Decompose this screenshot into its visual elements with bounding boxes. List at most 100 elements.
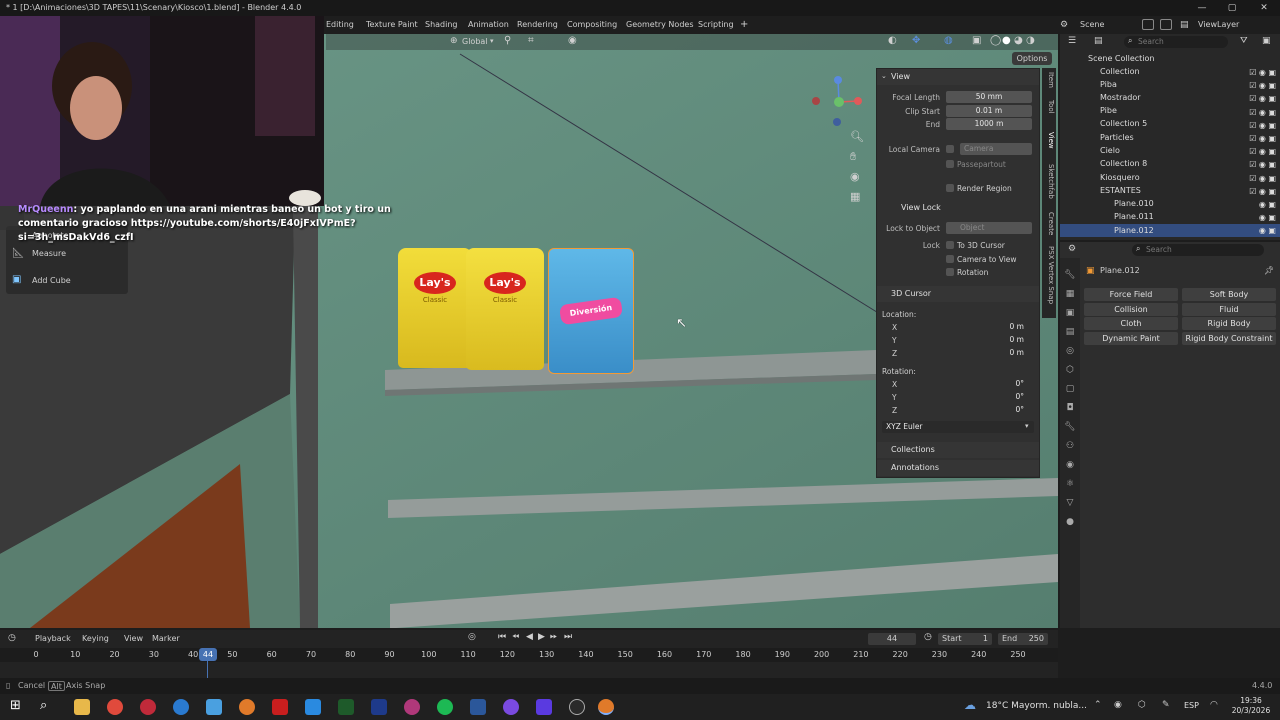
tab-compositing[interactable]: Compositing <box>567 16 617 34</box>
end-frame-field[interactable]: End 250 <box>998 633 1048 645</box>
obs-icon[interactable] <box>569 699 585 715</box>
force-field-button[interactable]: Force Field <box>1084 288 1178 301</box>
tray-icon[interactable]: ⬡ <box>1138 700 1146 710</box>
cursor-rot-y-field[interactable]: 0° <box>886 391 1028 403</box>
pan-hand-icon[interactable]: ✋︎ <box>850 150 856 164</box>
tab-scripting[interactable]: Scripting <box>698 16 734 34</box>
passepartout-checkbox[interactable] <box>946 160 954 168</box>
playback-menu[interactable]: Playback <box>35 634 71 643</box>
blender-active-icon[interactable] <box>598 699 614 715</box>
tab-texture-paint[interactable]: Texture Paint <box>366 16 418 34</box>
cursor-rot-x-field[interactable]: 0° <box>886 378 1028 390</box>
opera-icon[interactable] <box>140 699 156 715</box>
new-collection-icon[interactable]: ▣ <box>1262 36 1271 46</box>
properties-editor-icon[interactable]: ⚙ <box>1068 244 1076 254</box>
close-icon[interactable]: ✕ <box>1250 0 1278 16</box>
tray-icon[interactable]: ◉ <box>1114 700 1122 710</box>
clock-icon[interactable]: ◷ <box>8 633 16 643</box>
prev-keyframe-icon[interactable]: ⏪︎ <box>512 632 519 642</box>
view-section-header[interactable]: View <box>877 69 1039 85</box>
pen-icon[interactable]: ✎ <box>1162 700 1170 710</box>
cloth-button[interactable]: Cloth <box>1084 317 1178 330</box>
view-lock-header[interactable]: View Lock <box>887 200 1037 216</box>
video-editor-icon[interactable] <box>272 699 288 715</box>
chrome-icon[interactable] <box>107 699 123 715</box>
perspective-toggle-icon[interactable]: ▦ <box>850 190 860 203</box>
blender-icon[interactable] <box>239 699 255 715</box>
gizmo-icon[interactable]: ✥ <box>912 35 920 46</box>
display-mode-icon[interactable]: ▤ <box>1094 36 1103 46</box>
start-frame-field[interactable]: Start 1 <box>938 633 992 645</box>
solid-shading-icon[interactable]: ● <box>1002 35 1011 46</box>
visibility-icon[interactable]: ◐ <box>888 35 897 46</box>
keying-menu[interactable]: Keying <box>82 634 109 643</box>
next-keyframe-icon[interactable]: ⏩︎ <box>550 632 557 642</box>
rotation-lock-checkbox[interactable] <box>946 268 954 276</box>
material-shading-icon[interactable]: ◕ <box>1014 35 1023 46</box>
current-frame-field[interactable]: 44 <box>868 633 916 645</box>
wifi-icon[interactable]: ◠ <box>1210 700 1218 710</box>
soft-body-button[interactable]: Soft Body <box>1182 288 1276 301</box>
outliner-visibility-column[interactable]: ☑ ◉ ▣ ☑ ◉ ▣ ☑ ◉ ▣ ☑ ◉ ▣ ☑ ◉ ▣ ☑ ◉ ▣ ☑ ◉ ▣ ☑ ◉ ▣… <box>1236 66 1276 236</box>
edge-icon[interactable] <box>173 699 189 715</box>
pivot-icon[interactable]: ⚲ <box>504 35 511 46</box>
app-icon[interactable] <box>206 699 222 715</box>
minimize-icon[interactable]: — <box>1188 0 1216 16</box>
tab-sketchfab[interactable]: Sketchfab <box>1043 164 1055 199</box>
spotify-icon[interactable] <box>437 699 453 715</box>
properties-search-input[interactable]: Search <box>1132 244 1264 256</box>
outliner-root[interactable]: Scene Collection <box>1060 52 1280 65</box>
clip-end-field[interactable]: 1000 m <box>946 118 1032 130</box>
jump-start-icon[interactable]: ⏮ <box>498 632 506 642</box>
dynamic-paint-button[interactable]: Dynamic Paint <box>1084 332 1178 345</box>
app-icon[interactable] <box>404 699 420 715</box>
stopwatch-icon[interactable]: ◷ <box>924 632 932 642</box>
cursor-loc-x-field[interactable]: 0 m <box>886 321 1028 333</box>
tab-rendering[interactable]: Rendering <box>517 16 558 34</box>
navigation-gizmo[interactable] <box>808 70 868 130</box>
tab-view[interactable]: View <box>1043 132 1055 149</box>
render-region-checkbox[interactable] <box>946 184 954 192</box>
annotations-header[interactable]: Annotations <box>877 460 1039 476</box>
fluid-button[interactable]: Fluid <box>1182 303 1276 316</box>
file-explorer-icon[interactable] <box>74 699 90 715</box>
orientation-select[interactable]: Global <box>462 37 488 46</box>
tab-shading[interactable]: Shading <box>425 16 458 34</box>
tray-chevron-icon[interactable]: ⌃ <box>1094 700 1102 710</box>
proportional-edit-icon[interactable]: ◉ <box>568 35 577 46</box>
play-reverse-icon[interactable]: ◀ <box>526 632 533 642</box>
tab-psx-vertex-snap[interactable]: PSX Vertex Snap <box>1043 246 1055 304</box>
rigid-body-button[interactable]: Rigid Body <box>1182 317 1276 330</box>
filter-icon[interactable]: ⛛ <box>1240 36 1248 46</box>
weather-text[interactable]: 18°C Mayorm. nubla... <box>986 701 1087 711</box>
tool-add-cube[interactable]: Add Cube <box>6 271 128 291</box>
cursor-loc-z-field[interactable]: 0 m <box>886 347 1028 359</box>
play-icon[interactable]: ▶ <box>538 632 545 642</box>
pycharm-icon[interactable] <box>338 699 354 715</box>
language-indicator[interactable]: ESP <box>1184 701 1199 710</box>
camera-view-icon[interactable]: ◉ <box>850 170 860 183</box>
to-3d-cursor-checkbox[interactable] <box>946 241 954 249</box>
overlay-icon[interactable]: ◍ <box>944 35 953 46</box>
vegas-icon[interactable] <box>371 699 387 715</box>
search-icon[interactable]: ⌕ <box>40 698 47 713</box>
tab-tool[interactable]: Tool <box>1043 100 1055 114</box>
camera-to-view-checkbox[interactable] <box>946 255 954 263</box>
jump-end-icon[interactable]: ⏭ <box>564 632 572 642</box>
xray-icon[interactable]: ▣ <box>972 35 981 46</box>
pin-icon[interactable]: 📌︎ <box>1264 266 1274 275</box>
snap-icon[interactable]: ⌗ <box>528 35 534 46</box>
new-scene-icon[interactable] <box>1142 19 1154 30</box>
tab-item[interactable]: Item <box>1043 72 1055 88</box>
3d-cursor-header[interactable]: 3D Cursor <box>877 286 1039 302</box>
zoom-icon[interactable]: 🔍︎ <box>850 130 864 143</box>
rotation-mode-select[interactable]: XYZ Euler <box>882 421 1034 433</box>
outliner-editor-icon[interactable]: ☰ <box>1068 36 1076 46</box>
outliner-search-input[interactable]: Search <box>1124 36 1228 48</box>
view-layer-name[interactable]: ViewLayer <box>1198 16 1239 34</box>
word-icon[interactable] <box>470 699 486 715</box>
photoshop-icon[interactable] <box>305 699 321 715</box>
cursor-loc-y-field[interactable]: 0 m <box>886 334 1028 346</box>
record-icon[interactable]: ◎ <box>468 632 476 642</box>
collections-header[interactable]: Collections <box>877 442 1039 458</box>
